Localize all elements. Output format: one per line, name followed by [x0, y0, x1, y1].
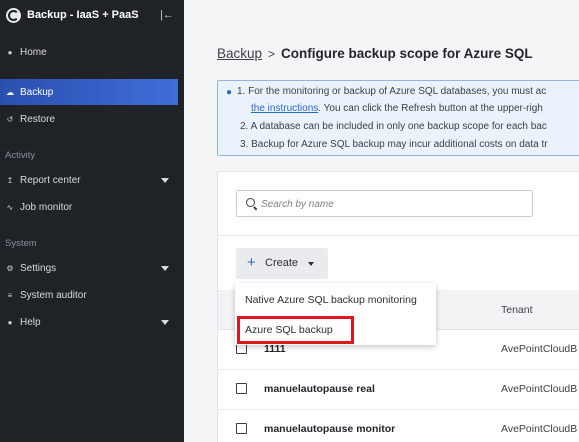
restore-icon: ↺ — [6, 114, 14, 124]
search-input[interactable] — [261, 195, 521, 213]
menu-item-label: Native Azure SQL backup monitoring — [245, 294, 417, 306]
avepoint-logo-icon — [6, 8, 21, 23]
row-tenant: AvePointCloudB — [501, 383, 578, 395]
breadcrumb: Backup > Configure backup scope for Azure … — [217, 46, 533, 61]
pulse-icon: ∿ — [6, 202, 14, 212]
sidebar-item-label: Restore — [20, 113, 56, 125]
sidebar-item-restore[interactable]: ↺ Restore — [0, 106, 184, 132]
sidebar-item-help[interactable]: ● Help — [0, 309, 184, 335]
home-icon: ● — [7, 47, 13, 57]
sidebar-item-label: Job monitor — [20, 201, 73, 213]
chevron-down-icon — [161, 177, 169, 183]
chevron-down-icon — [161, 265, 169, 271]
info-line-1b: the instructions. You can click the Refr… — [251, 103, 543, 114]
sidebar: Backup - IaaS + PaaS |← ● Home ☁ Backup … — [0, 0, 184, 442]
divider — [218, 235, 579, 236]
create-label: Create — [265, 257, 299, 269]
row-tenant: AvePointCloudB — [501, 423, 578, 435]
collapse-sidebar-icon[interactable]: |← — [160, 8, 174, 22]
sidebar-item-home[interactable]: ● Home — [0, 39, 184, 65]
menu-item-native-azure-sql-backup-monitoring[interactable]: Native Azure SQL backup monitoring — [235, 286, 436, 312]
table-row: manuelautopause monitor AvePointCloudB — [218, 410, 579, 442]
plus-icon: + — [247, 254, 256, 271]
main-content: Backup > Configure backup scope for Azure … — [184, 0, 579, 442]
row-checkbox[interactable] — [236, 383, 247, 394]
app-title: Backup - IaaS + PaaS — [27, 9, 139, 21]
create-button[interactable]: + Create — [236, 248, 328, 279]
sidebar-item-label: Report center — [20, 174, 81, 186]
search-icon — [246, 198, 255, 207]
menu-item-label: Azure SQL backup — [245, 324, 333, 336]
sidebar-item-label: System auditor — [20, 289, 87, 301]
breadcrumb-backup-link[interactable]: Backup — [217, 46, 262, 61]
app-header: Backup - IaaS + PaaS |← — [0, 0, 184, 32]
row-tenant: AvePointCloudB — [501, 343, 578, 355]
info-line-1: 1. For the monitoring or backup of Azure… — [237, 86, 547, 97]
table-row: manuelautopause real AvePointCloudB — [218, 370, 579, 410]
sidebar-item-label: Settings — [20, 262, 57, 274]
info-line-3: 3. Backup for Azure SQL backup may incur… — [240, 139, 548, 150]
sidebar-item-label: Backup — [20, 86, 54, 98]
help-icon: ● — [7, 317, 13, 327]
row-checkbox[interactable] — [236, 423, 247, 434]
speech-bubble-icon: ● — [226, 87, 233, 98]
sidebar-item-backup[interactable]: ☁ Backup — [0, 79, 178, 105]
row-name: manuelautopause real — [264, 383, 375, 395]
section-system: System — [5, 238, 37, 249]
row-name: manuelautopause monitor — [264, 423, 396, 435]
page-title: Configure backup scope for Azure SQL — [281, 46, 533, 61]
sidebar-item-report-center[interactable]: ↥ Report center — [0, 167, 184, 193]
info-box: ● 1. For the monitoring or backup of Azu… — [217, 80, 579, 156]
gear-icon: ⚙ — [6, 263, 14, 273]
column-header-tenant: Tenant — [501, 304, 533, 316]
sidebar-item-settings[interactable]: ⚙ Settings — [0, 255, 184, 281]
info-line-1b-text: . You can click the Refresh button at th… — [318, 103, 543, 114]
section-activity: Activity — [5, 150, 36, 161]
create-dropdown-menu: Native Azure SQL backup monitoring Azure… — [235, 283, 436, 345]
menu-item-azure-sql-backup[interactable]: Azure SQL backup — [235, 316, 436, 342]
instructions-link[interactable]: the instructions — [251, 103, 318, 114]
breadcrumb-separator: > — [268, 47, 276, 61]
sidebar-item-label: Home — [20, 46, 47, 58]
info-line-2: 2. A database can be included in only on… — [240, 121, 547, 132]
sidebar-item-system-auditor[interactable]: ≡ System auditor — [0, 282, 184, 308]
list-icon: ≡ — [7, 290, 13, 300]
sidebar-item-label: Help — [20, 316, 41, 328]
chevron-down-icon — [308, 262, 314, 266]
chevron-down-icon — [161, 319, 169, 325]
report-icon: ↥ — [6, 175, 14, 185]
search-box[interactable] — [236, 190, 533, 217]
sidebar-item-job-monitor[interactable]: ∿ Job monitor — [0, 194, 184, 220]
cloud-icon: ☁ — [6, 87, 14, 97]
